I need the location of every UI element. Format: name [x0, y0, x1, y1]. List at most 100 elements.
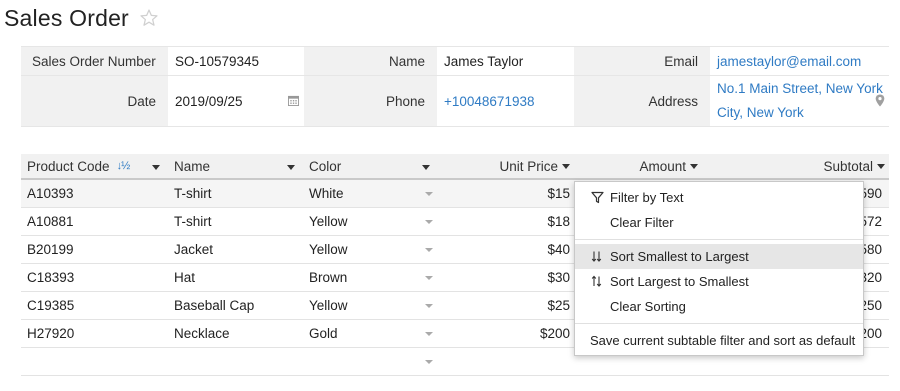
date-label: Date	[21, 76, 168, 126]
column-header-product-code[interactable]: Product Code ↓½	[21, 154, 168, 178]
column-label: Product Code	[27, 158, 110, 174]
phone-link[interactable]: +10048671938	[437, 76, 574, 126]
order-form: Sales Order Number SO-10579345 Name Jame…	[21, 46, 889, 127]
order-number-label: Sales Order Number	[21, 47, 168, 75]
column-header-subtotal[interactable]: Subtotal	[702, 154, 889, 178]
column-header-name[interactable]: Name	[168, 154, 303, 178]
page-title: Sales Order	[4, 4, 129, 31]
phone-label: Phone	[304, 76, 437, 126]
menu-item-label: Sort Largest to Smallest	[610, 274, 749, 289]
menu-item-clear-sorting[interactable]: Clear Sorting	[575, 294, 863, 319]
sort-ascending-icon	[591, 251, 602, 262]
chevron-down-icon[interactable]	[425, 220, 433, 224]
chevron-down-icon[interactable]	[690, 163, 698, 169]
color-value: Gold	[309, 326, 338, 341]
address-label: Address	[574, 76, 710, 126]
chevron-down-icon[interactable]	[152, 165, 160, 170]
chevron-down-icon[interactable]	[425, 360, 433, 364]
name-cell[interactable]: Jacket	[168, 236, 303, 263]
color-value: White	[309, 186, 344, 201]
menu-item-sort-ascending[interactable]: Sort Smallest to Largest	[575, 244, 863, 269]
calendar-icon[interactable]	[288, 95, 299, 106]
sort-ascending-icon: ↓½	[116, 160, 131, 172]
menu-divider	[575, 239, 863, 240]
color-cell[interactable]: Yellow	[303, 208, 438, 235]
chevron-down-icon[interactable]	[562, 163, 570, 169]
color-cell[interactable]: Yellow	[303, 292, 438, 319]
name-cell[interactable]	[168, 348, 303, 375]
color-cell[interactable]: Yellow	[303, 236, 438, 263]
chevron-down-icon[interactable]	[425, 304, 433, 308]
name-cell[interactable]: T-shirt	[168, 208, 303, 235]
star-outline-icon[interactable]	[139, 8, 159, 28]
name-field[interactable]: James Taylor	[437, 47, 574, 75]
table-header: Product Code ↓½ Name Color Unit Price Am…	[21, 154, 889, 180]
column-label: Amount	[639, 158, 686, 174]
menu-item-label: Save current subtable filter and sort as…	[590, 333, 856, 348]
menu-item-sort-descending[interactable]: Sort Largest to Smallest	[575, 269, 863, 294]
chevron-down-icon[interactable]	[422, 165, 430, 170]
menu-item-label: Sort Smallest to Largest	[610, 249, 749, 264]
email-label: Email	[574, 47, 710, 75]
color-cell[interactable]: Brown	[303, 264, 438, 291]
unit-price-cell[interactable]: $30	[438, 264, 574, 291]
chevron-down-icon[interactable]	[287, 165, 295, 170]
menu-item-save-default[interactable]: Save current subtable filter and sort as…	[575, 328, 863, 353]
column-header-unit-price[interactable]: Unit Price	[438, 154, 574, 178]
column-label: Name	[174, 158, 211, 174]
unit-price-cell[interactable]: $25	[438, 292, 574, 319]
date-field[interactable]: 2019/09/25	[168, 76, 304, 126]
product-code-cell[interactable]: B20199	[21, 236, 168, 263]
unit-price-cell[interactable]	[438, 348, 574, 375]
menu-item-filter-by-text[interactable]: Filter by Text	[575, 185, 863, 210]
color-value: Brown	[309, 270, 348, 285]
unit-price-cell[interactable]: $18	[438, 208, 574, 235]
form-row-2: Date 2019/09/25 Phone +10048671938 Addre…	[21, 76, 889, 127]
color-value: Yellow	[309, 214, 348, 229]
name-cell[interactable]: Necklace	[168, 320, 303, 347]
product-code-cell[interactable]: H27920	[21, 320, 168, 347]
sort-descending-icon	[591, 275, 602, 287]
product-code-cell[interactable]: A10393	[21, 180, 168, 207]
product-code-cell[interactable]	[21, 348, 168, 375]
date-value: 2019/09/25	[175, 93, 243, 109]
column-label: Subtotal	[823, 158, 873, 174]
unit-price-cell[interactable]: $40	[438, 236, 574, 263]
product-code-cell[interactable]: C18393	[21, 264, 168, 291]
chevron-down-icon[interactable]	[425, 276, 433, 280]
column-header-amount[interactable]: Amount	[574, 154, 702, 178]
menu-divider	[575, 323, 863, 324]
email-link[interactable]: jamestaylor@email.com	[710, 47, 889, 75]
color-cell[interactable]	[303, 348, 438, 375]
filter-icon	[591, 191, 604, 204]
chevron-down-icon[interactable]	[425, 332, 433, 336]
name-cell[interactable]: T-shirt	[168, 180, 303, 207]
menu-item-label: Filter by Text	[610, 190, 684, 205]
chevron-down-icon[interactable]	[425, 192, 433, 196]
address-field[interactable]: No.1 Main Street, New York City, New Yor…	[710, 76, 889, 126]
menu-item-label: Clear Filter	[610, 215, 674, 230]
chevron-down-icon[interactable]	[425, 248, 433, 252]
color-cell[interactable]: Gold	[303, 320, 438, 347]
name-label: Name	[304, 47, 437, 75]
column-header-color[interactable]: Color	[303, 154, 438, 178]
column-context-menu: Filter by Text Clear Filter Sort Smalles…	[574, 181, 864, 356]
product-code-cell[interactable]: C19385	[21, 292, 168, 319]
location-pin-icon[interactable]	[875, 94, 885, 107]
chevron-down-icon[interactable]	[877, 163, 885, 169]
name-cell[interactable]: Hat	[168, 264, 303, 291]
color-cell[interactable]: White	[303, 180, 438, 207]
order-number-field[interactable]: SO-10579345	[168, 47, 304, 75]
menu-item-clear-filter[interactable]: Clear Filter	[575, 210, 863, 235]
title-row: Sales Order	[4, 2, 159, 34]
color-value: Yellow	[309, 242, 348, 257]
color-value: Yellow	[309, 298, 348, 313]
name-cell[interactable]: Baseball Cap	[168, 292, 303, 319]
product-code-cell[interactable]: A10881	[21, 208, 168, 235]
unit-price-cell[interactable]: $200	[438, 320, 574, 347]
column-label: Unit Price	[499, 158, 558, 174]
menu-item-label: Clear Sorting	[610, 299, 686, 314]
address-line-2: City, New York	[717, 105, 804, 120]
unit-price-cell[interactable]: $15	[438, 180, 574, 207]
address-line-1: No.1 Main Street, New York	[717, 81, 883, 96]
